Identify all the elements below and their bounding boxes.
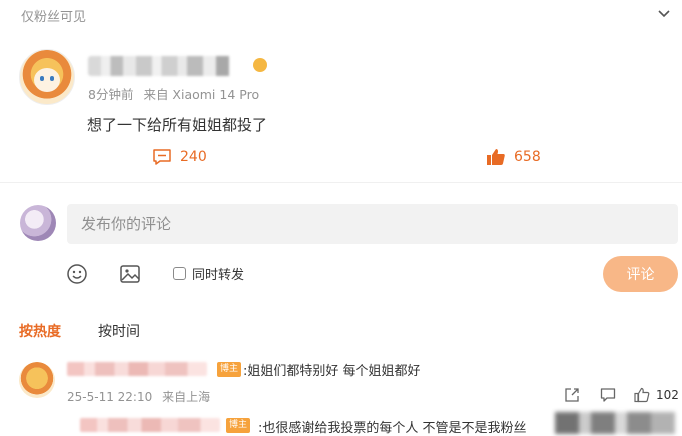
- author-avatar[interactable]: [19, 49, 75, 105]
- reply-author-redacted[interactable]: [67, 362, 207, 376]
- author-name-redacted[interactable]: [88, 56, 248, 76]
- emoji-icon[interactable]: [66, 263, 88, 285]
- crown-badge-icon: [253, 58, 267, 72]
- comment-input[interactable]: [67, 204, 678, 244]
- comment-count: 240: [180, 149, 207, 165]
- sub-reply-author-redacted[interactable]: [80, 418, 220, 432]
- reply-avatar[interactable]: [19, 362, 55, 398]
- reply-location: 来自上海: [162, 390, 211, 404]
- author-badge: 博主: [217, 362, 242, 377]
- comment-button[interactable]: 240: [152, 148, 207, 166]
- post-source: 来自 Xiaomi 14 Pro: [143, 87, 260, 102]
- share-icon[interactable]: [564, 387, 580, 403]
- sub-reply-text: :也很感谢给我投票的每个人 不管是不是我粉丝: [258, 421, 527, 436]
- checkbox-icon[interactable]: [173, 267, 186, 280]
- privacy-label: 仅粉丝可见: [21, 10, 87, 25]
- image-icon[interactable]: [119, 263, 141, 285]
- post-meta: 8分钟前 来自 Xiaomi 14 Pro: [88, 84, 259, 103]
- post-time: 8分钟前: [88, 87, 134, 102]
- tab-sort-hot[interactable]: 按热度: [19, 321, 61, 341]
- submit-comment-button[interactable]: 评论: [603, 256, 678, 292]
- repost-label: 同时转发: [192, 268, 245, 283]
- tab-sort-time[interactable]: 按时间: [98, 321, 140, 341]
- comment-icon: [153, 149, 171, 165]
- top-bar: 仅粉丝可见: [0, 0, 682, 28]
- like-count: 658: [514, 149, 541, 165]
- divider: [0, 182, 682, 183]
- author-badge: 博主: [226, 418, 251, 433]
- chevron-down-icon[interactable]: [654, 4, 674, 24]
- thumbs-up-icon[interactable]: [634, 387, 650, 403]
- repost-checkbox[interactable]: 同时转发: [173, 264, 244, 283]
- comment-icon[interactable]: [600, 387, 616, 403]
- current-user-avatar: [20, 205, 56, 241]
- redacted-overlay: [555, 412, 675, 434]
- post-text: 想了一下给所有姐姐都投了: [87, 116, 268, 134]
- reply-like-count: 102: [656, 388, 679, 402]
- like-button[interactable]: 658: [486, 148, 541, 166]
- reply-meta: 25-5-11 22:10 来自上海: [67, 388, 210, 405]
- reply-date: 25-5-11 22:10: [67, 390, 153, 404]
- reply-text: :姐姐们都特别好 每个姐姐都好: [243, 364, 421, 379]
- thumbs-up-icon: [487, 149, 505, 165]
